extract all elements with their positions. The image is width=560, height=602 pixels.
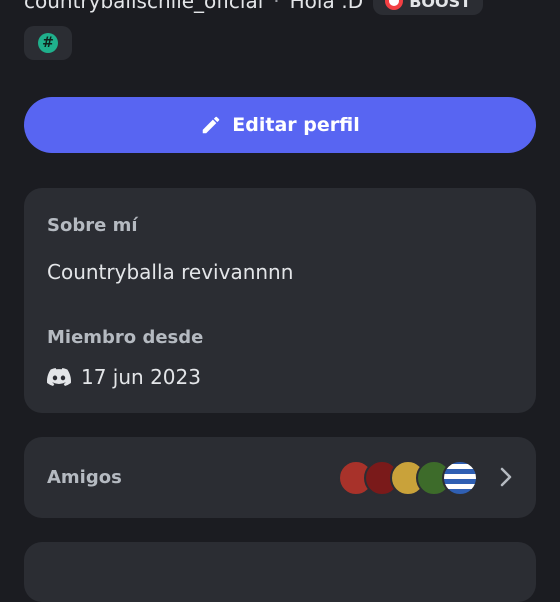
pencil-icon (203, 116, 220, 134)
edit-profile-label: Editar perfil (232, 114, 360, 136)
member-since-date: 17 jun 2023 (81, 365, 201, 389)
custom-status: Hola :D (289, 0, 364, 13)
friends-row[interactable]: Amigos (24, 437, 536, 518)
boost-badge-label: BOOST (409, 0, 472, 11)
username[interactable]: countryballschile_oficial (24, 0, 263, 13)
member-since-row: 17 jun 2023 (47, 365, 201, 389)
chevron-right-icon (500, 467, 512, 487)
avatar (442, 460, 478, 496)
edit-profile-button[interactable]: Editar perfil (24, 97, 536, 153)
separator-dot: · (273, 0, 280, 13)
boost-badge[interactable]: BOOST (373, 0, 484, 15)
discord-icon (47, 368, 71, 386)
next-section-card (24, 542, 536, 602)
profile-header-line: countryballschile_oficial · Hola :D BOOS… (24, 0, 484, 16)
friends-avatars (338, 460, 478, 496)
about-me-text: Countryballa revivannnn (47, 260, 294, 284)
hashtag-badge[interactable]: # (24, 26, 72, 60)
member-since-label: Miembro desde (47, 327, 204, 348)
hashtag-icon: # (38, 33, 58, 53)
about-card: Sobre mí Countryballa revivannnn Miembro… (24, 188, 536, 413)
about-me-label: Sobre mí (47, 215, 138, 236)
boost-icon (385, 0, 404, 10)
friends-label: Amigos (47, 467, 122, 488)
